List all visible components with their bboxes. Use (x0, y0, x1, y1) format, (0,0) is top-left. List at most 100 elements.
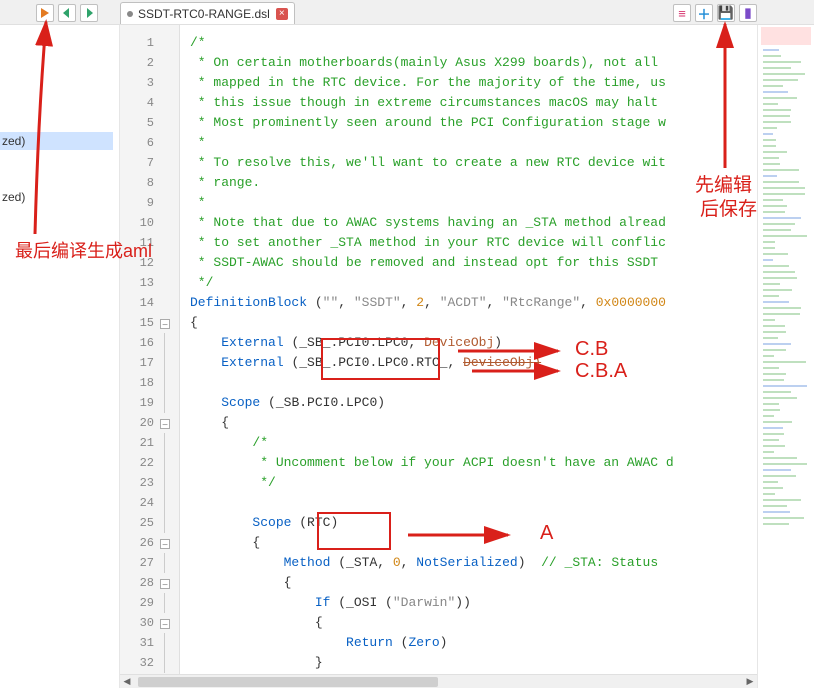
line-number: 6 (120, 133, 154, 153)
top-toolbar: SSDT-RTC0-RANGE.dsl × ≡＋💾▮ (0, 0, 814, 25)
nav-fwd-button[interactable] (80, 4, 98, 22)
code-line[interactable]: DefinitionBlock ("", "SSDT", 2, "ACDT", … (190, 293, 666, 313)
code-line[interactable]: * (190, 133, 206, 153)
code-line[interactable]: Method (_STA, 0, NotSerialized) // _STA:… (190, 553, 658, 573)
code-line[interactable]: /* (190, 433, 268, 453)
minimap-line (763, 61, 801, 63)
tree-item[interactable]: zed) (0, 188, 113, 206)
minimap-line (763, 367, 779, 369)
minimap-line (763, 121, 791, 123)
code-line[interactable]: * mapped in the RTC device. For the majo… (190, 73, 666, 93)
code-line[interactable]: { (190, 573, 291, 593)
scroll-left-icon[interactable]: ◀ (120, 675, 134, 688)
minimap-line (763, 277, 797, 279)
minimap-line (763, 343, 791, 345)
code-line[interactable]: */ (190, 273, 213, 293)
add-button[interactable]: ＋ (695, 4, 713, 22)
code-line[interactable]: Scope (RTC) (190, 513, 338, 533)
fold-marker (154, 133, 176, 153)
fold-marker (154, 553, 176, 573)
minimap-line (763, 97, 797, 99)
code-line[interactable]: Return (Zero) (190, 633, 447, 653)
code-line[interactable]: * (190, 193, 206, 213)
fold-marker (154, 153, 176, 173)
fold-marker (154, 193, 176, 213)
nav-back-button[interactable] (58, 4, 76, 22)
code-line[interactable]: { (190, 413, 229, 433)
horizontal-scrollbar[interactable]: ◀ ▶ (120, 674, 757, 688)
minimap-line (763, 199, 783, 201)
bookmark-button[interactable]: ▮ (739, 4, 757, 22)
minimap-line (763, 259, 773, 261)
fold-marker (154, 233, 176, 253)
code-editor[interactable]: 1234567891011121314151617181920212223242… (120, 25, 757, 688)
code-line[interactable]: } (190, 653, 323, 673)
fold-marker (154, 253, 176, 273)
line-number: 22 (120, 453, 154, 473)
minimap-line (763, 337, 778, 339)
fold-marker[interactable] (154, 573, 176, 593)
code-line[interactable]: * to set another _STA method in your RTC… (190, 233, 666, 253)
minimap-line (763, 409, 780, 411)
code-line[interactable]: { (190, 533, 260, 553)
code-line[interactable]: * On certain motherboards(mainly Asus X2… (190, 53, 666, 73)
line-number: 11 (120, 233, 154, 253)
fold-marker (154, 93, 176, 113)
fold-marker[interactable] (154, 413, 176, 433)
minimap-line (763, 313, 800, 315)
minimap-line (763, 379, 784, 381)
fold-marker[interactable] (154, 313, 176, 333)
save-button[interactable]: 💾 (717, 4, 735, 22)
fold-marker (154, 293, 176, 313)
fold-marker (154, 493, 176, 513)
code-line[interactable]: * SSDT-AWAC should be removed and instea… (190, 253, 666, 273)
minimap-line (763, 169, 799, 171)
minimap-line (763, 235, 807, 237)
code-line[interactable]: Scope (_SB.PCI0.LPC0) (190, 393, 385, 413)
minimap-line (763, 319, 775, 321)
minimap-line (763, 469, 791, 471)
fold-marker[interactable] (154, 533, 176, 553)
minimap-line (763, 205, 787, 207)
scroll-thumb[interactable] (138, 677, 438, 687)
code-line[interactable]: * Note that due to AWAC systems having a… (190, 213, 666, 233)
minimap-line (763, 253, 788, 255)
scroll-right-icon[interactable]: ▶ (743, 675, 757, 688)
code-content[interactable]: /* * On certain motherboards(mainly Asus… (190, 25, 757, 688)
compile-button[interactable] (36, 4, 54, 22)
minimap-line (763, 445, 785, 447)
code-line[interactable]: * Uncomment below if your ACPI doesn't h… (190, 453, 674, 473)
minimap-line (763, 283, 780, 285)
fold-marker[interactable] (154, 613, 176, 633)
minimap-line (763, 505, 787, 507)
file-tab[interactable]: SSDT-RTC0-RANGE.dsl × (120, 2, 295, 24)
minimap-line (763, 157, 779, 159)
code-line[interactable]: * range. (190, 173, 260, 193)
code-line[interactable]: { (190, 313, 198, 333)
code-line[interactable]: If (_OSI ("Darwin")) (190, 593, 471, 613)
code-line[interactable]: * To resolve this, we'll want to create … (190, 153, 666, 173)
minimap-line (763, 427, 783, 429)
code-line[interactable]: External (_SB_.PCI0.LPC0, DeviceObj) (190, 333, 502, 353)
minimap-line (763, 295, 779, 297)
minimap[interactable] (757, 25, 814, 688)
minimap-line (763, 511, 790, 513)
line-number: 18 (120, 373, 154, 393)
line-number: 8 (120, 173, 154, 193)
tool-a-button[interactable]: ≡ (673, 4, 691, 22)
minimap-line (763, 229, 791, 231)
code-line[interactable]: { (190, 613, 323, 633)
arrow-right-icon (84, 8, 94, 18)
tree-item[interactable]: zed) (0, 132, 113, 150)
code-line[interactable]: */ (190, 473, 276, 493)
line-number: 21 (120, 433, 154, 453)
code-line[interactable]: * Most prominently seen around the PCI C… (190, 113, 666, 133)
play-icon (40, 8, 50, 18)
code-line[interactable]: External (_SB_.PCI0.LPC0.RTC_, DeviceObj… (190, 353, 541, 373)
line-number: 23 (120, 473, 154, 493)
minimap-line (763, 391, 791, 393)
code-line[interactable]: /* (190, 33, 206, 53)
line-number: 24 (120, 493, 154, 513)
code-line[interactable]: * this issue though in extreme circumsta… (190, 93, 666, 113)
close-icon[interactable]: × (276, 8, 288, 20)
